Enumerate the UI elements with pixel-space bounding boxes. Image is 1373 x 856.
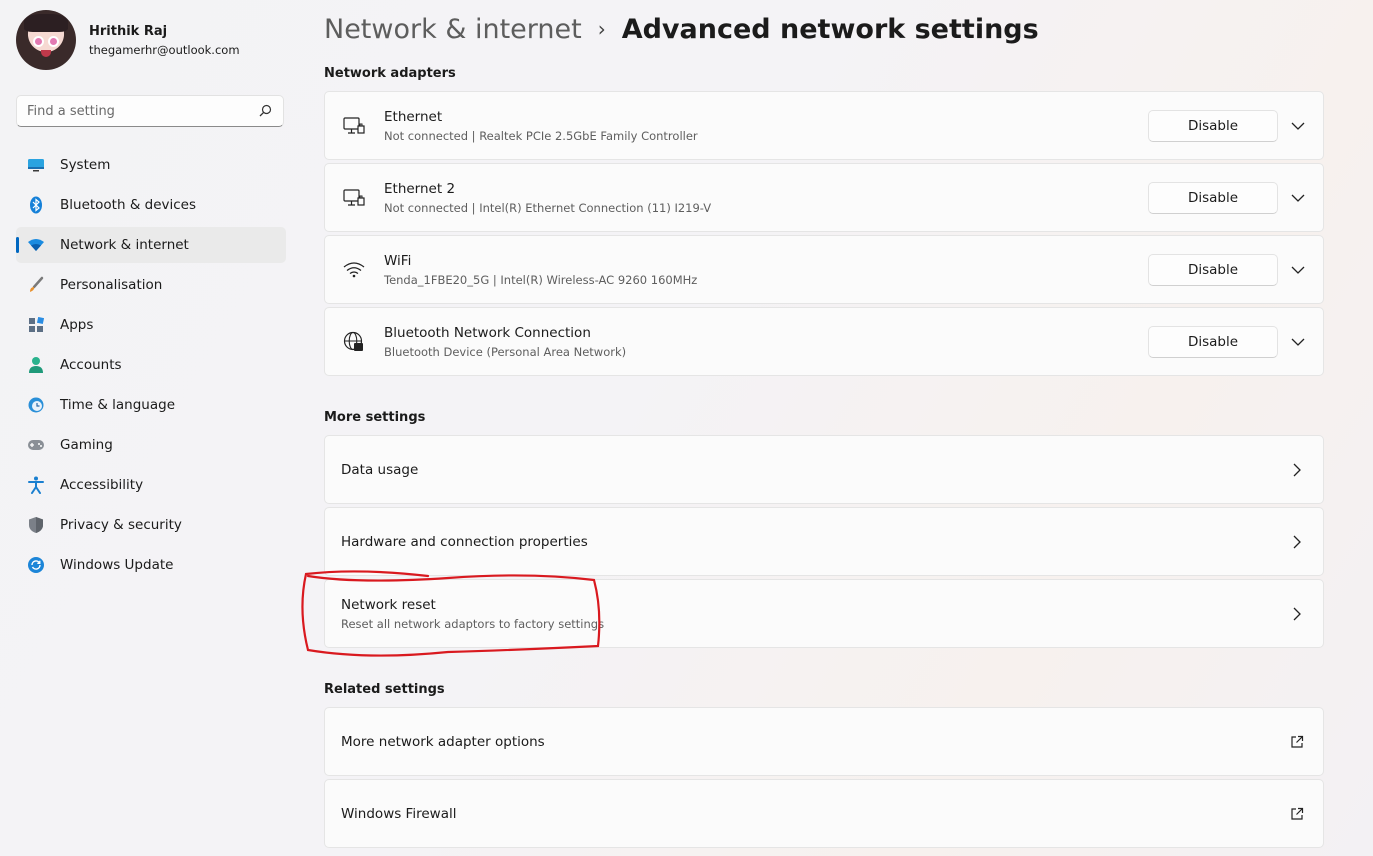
sidebar-item-label: Privacy & security <box>60 517 182 533</box>
external-link-icon <box>1289 806 1305 822</box>
breadcrumb-parent[interactable]: Network & internet <box>324 14 582 45</box>
brush-icon <box>27 276 45 294</box>
section-title-related-settings: Related settings <box>324 682 445 697</box>
sidebar-item-label: Personalisation <box>60 277 163 293</box>
shield-icon <box>27 516 45 534</box>
sidebar-item-label: Gaming <box>60 437 113 453</box>
breadcrumb-separator-icon: › <box>597 17 606 41</box>
sidebar-item-label: Apps <box>60 317 94 333</box>
disable-button[interactable]: Disable <box>1148 325 1278 358</box>
sidebar-item-gaming[interactable]: Gaming <box>16 427 286 463</box>
setting-subtitle: Reset all network adaptors to factory se… <box>341 616 605 631</box>
windows-firewall-link[interactable]: Windows Firewall <box>324 779 1324 848</box>
bluetooth-icon <box>27 196 45 214</box>
sidebar-item-label: Accounts <box>60 357 122 373</box>
wifi-icon <box>27 236 45 254</box>
clock-globe-icon <box>27 396 45 414</box>
disable-button[interactable]: Disable <box>1148 253 1278 286</box>
disable-button[interactable]: Disable <box>1148 109 1278 142</box>
sidebar-item-system[interactable]: System <box>16 147 286 183</box>
data-usage-link[interactable]: Data usage <box>324 435 1324 504</box>
chevron-down-icon[interactable] <box>1290 334 1306 350</box>
setting-title: Network reset <box>341 596 436 613</box>
monitor-icon <box>27 156 45 174</box>
adapter-card-ethernet-2[interactable]: Ethernet 2 Not connected | Intel(R) Ethe… <box>324 163 1324 232</box>
chevron-down-icon[interactable] <box>1290 262 1306 278</box>
wifi-icon <box>342 258 366 282</box>
user-profile[interactable]: Hrithik Raj thegamerhr@outlook.com <box>16 10 240 70</box>
apps-icon <box>27 316 45 334</box>
adapter-title: WiFi <box>384 252 412 269</box>
page-title: Advanced network settings <box>621 13 1039 45</box>
section-title-more-settings: More settings <box>324 410 426 425</box>
more-adapter-options-link[interactable]: More network adapter options <box>324 707 1324 776</box>
chevron-right-icon <box>1289 534 1305 550</box>
search-input[interactable]: Find a setting <box>16 95 284 127</box>
sidebar-item-apps[interactable]: Apps <box>16 307 286 343</box>
adapter-title: Ethernet 2 <box>384 180 456 197</box>
globe-network-icon <box>342 330 366 354</box>
external-link-icon <box>1289 734 1305 750</box>
adapter-card-ethernet[interactable]: Ethernet Not connected | Realtek PCIe 2.… <box>324 91 1324 160</box>
chevron-down-icon[interactable] <box>1290 190 1306 206</box>
sidebar-item-accessibility[interactable]: Accessibility <box>16 467 286 503</box>
sidebar-nav: System Bluetooth & devices Network & int… <box>16 147 286 587</box>
sidebar-item-label: Windows Update <box>60 557 174 573</box>
chevron-right-icon <box>1289 606 1305 622</box>
setting-title: Data usage <box>341 461 419 478</box>
search-placeholder: Find a setting <box>27 103 115 119</box>
sidebar: Hrithik Raj thegamerhr@outlook.com Find … <box>0 0 300 856</box>
sidebar-item-bluetooth[interactable]: Bluetooth & devices <box>16 187 286 223</box>
chevron-right-icon <box>1289 462 1305 478</box>
sidebar-item-time-language[interactable]: Time & language <box>16 387 286 423</box>
adapter-subtitle: Tenda_1FBE20_5G | Intel(R) Wireless-AC 9… <box>384 272 698 287</box>
search-icon <box>259 104 272 117</box>
setting-title: Hardware and connection properties <box>341 533 588 550</box>
update-icon <box>27 556 45 574</box>
sidebar-item-label: Bluetooth & devices <box>60 197 197 213</box>
sidebar-item-label: Network & internet <box>60 237 189 253</box>
sidebar-item-label: System <box>60 157 111 173</box>
adapter-card-bluetooth-network[interactable]: Bluetooth Network Connection Bluetooth D… <box>324 307 1324 376</box>
ethernet-icon <box>342 114 366 138</box>
accessibility-icon <box>27 476 45 494</box>
chevron-down-icon[interactable] <box>1290 118 1306 134</box>
person-icon <box>27 356 45 374</box>
sidebar-item-label: Accessibility <box>60 477 144 493</box>
sidebar-item-network[interactable]: Network & internet <box>16 227 286 263</box>
setting-title: More network adapter options <box>341 733 545 750</box>
sidebar-item-accounts[interactable]: Accounts <box>16 347 286 383</box>
section-title-network-adapters: Network adapters <box>324 66 456 81</box>
sidebar-item-privacy[interactable]: Privacy & security <box>16 507 286 543</box>
adapter-subtitle: Not connected | Realtek PCIe 2.5GbE Fami… <box>384 128 698 143</box>
user-name: Hrithik Raj <box>89 23 168 39</box>
adapter-subtitle: Not connected | Intel(R) Ethernet Connec… <box>384 200 712 215</box>
setting-title: Windows Firewall <box>341 805 457 822</box>
disable-button[interactable]: Disable <box>1148 181 1278 214</box>
sidebar-item-windows-update[interactable]: Windows Update <box>16 547 286 583</box>
gamepad-icon <box>27 436 45 454</box>
sidebar-item-label: Time & language <box>60 397 176 413</box>
network-reset-link[interactable]: Network reset Reset all network adaptors… <box>324 579 1324 648</box>
adapter-card-wifi[interactable]: WiFi Tenda_1FBE20_5G | Intel(R) Wireless… <box>324 235 1324 304</box>
sidebar-item-personalisation[interactable]: Personalisation <box>16 267 286 303</box>
ethernet-icon <box>342 186 366 210</box>
hardware-properties-link[interactable]: Hardware and connection properties <box>324 507 1324 576</box>
adapter-title: Ethernet <box>384 108 443 125</box>
avatar <box>16 10 76 70</box>
breadcrumb: Network & internet › Advanced network se… <box>324 10 1039 48</box>
adapter-subtitle: Bluetooth Device (Personal Area Network) <box>384 344 627 359</box>
adapter-title: Bluetooth Network Connection <box>384 324 591 341</box>
user-email: thegamerhr@outlook.com <box>89 42 240 57</box>
